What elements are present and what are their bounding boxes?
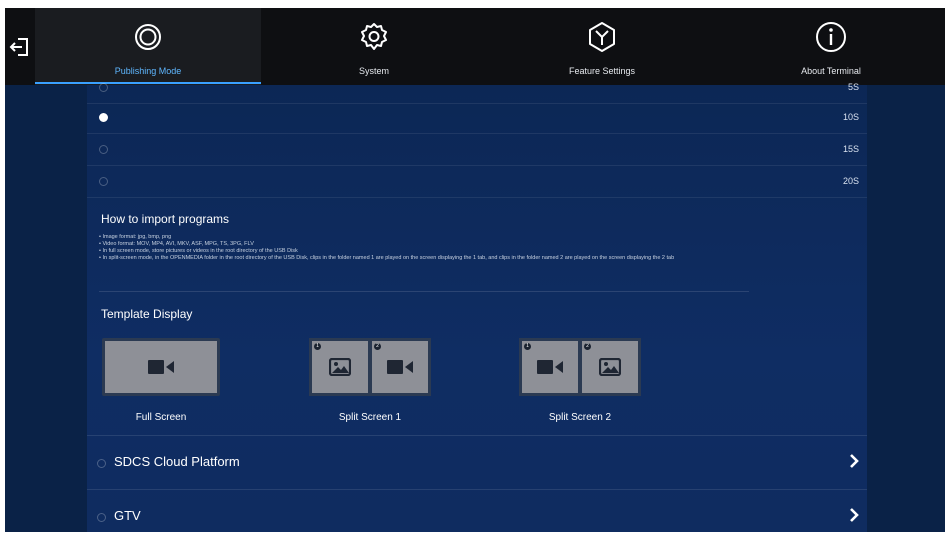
template-full-screen[interactable]	[102, 338, 220, 396]
video-camera-icon	[537, 360, 563, 374]
info-icon	[816, 22, 846, 52]
pane-number-badge: 2	[374, 343, 381, 350]
image-icon	[599, 358, 621, 376]
bullet-icon	[97, 459, 106, 468]
chevron-right-icon	[850, 508, 859, 522]
import-note: • In split-screen mode, in the OPENMEDIA…	[99, 255, 675, 261]
import-section-title: How to import programs	[101, 212, 230, 226]
screen: Publishing Mode System Feature Settings	[5, 8, 945, 532]
radio-button[interactable]	[99, 177, 108, 186]
exit-icon[interactable]	[9, 36, 31, 58]
pane-number-badge: 1	[314, 343, 321, 350]
menu-item-gtv[interactable]: GTV	[87, 489, 867, 532]
publishing-mode-icon	[135, 24, 161, 50]
chevron-right-icon	[850, 454, 859, 468]
speed-option-row[interactable]: 10S	[87, 103, 867, 134]
template-label: Split Screen 2	[548, 412, 612, 423]
import-note: • In full screen mode, store pictures or…	[99, 248, 298, 254]
pane-number-badge: 1	[524, 343, 531, 350]
template-label: Full Screen	[135, 412, 187, 423]
speed-value: 10S	[842, 112, 859, 122]
speed-value: 20S	[842, 176, 859, 186]
import-note: • Video format: MOV, MP4, AVI, MKV, ASF,…	[99, 241, 254, 247]
video-camera-icon	[387, 360, 413, 374]
radio-button[interactable]	[99, 145, 108, 154]
template-split-screen-2[interactable]: 1 2	[519, 338, 641, 396]
menu-item-label: GTV	[114, 508, 141, 523]
split-pane-2: 2	[369, 338, 431, 396]
template-label: Split Screen 1	[338, 412, 402, 423]
template-split-screen-1[interactable]: 1 2	[309, 338, 431, 396]
feature-settings-icon	[589, 22, 615, 52]
radio-button[interactable]	[99, 83, 108, 92]
split-pane-1: 1	[309, 338, 371, 396]
import-notes: • Image format: jpg, bmp, png • Video fo…	[99, 234, 859, 262]
import-note: • Image format: jpg, bmp, png	[99, 234, 172, 240]
video-camera-icon	[148, 360, 174, 374]
divider	[99, 291, 749, 292]
gear-icon	[361, 23, 387, 50]
template-section-title: Template Display	[101, 307, 193, 321]
speed-option-row[interactable]: 20S	[87, 167, 867, 198]
speed-value: 5S	[847, 82, 859, 92]
speed-option-row[interactable]: 15S	[87, 135, 867, 166]
image-icon	[329, 358, 351, 376]
menu-item-label: SDCS Cloud Platform	[114, 454, 240, 469]
menu-item-sdcs-cloud-platform[interactable]: SDCS Cloud Platform	[87, 435, 867, 490]
split-pane-2: 2	[579, 338, 641, 396]
speed-value: 15S	[842, 144, 859, 154]
speed-option-row[interactable]: 5S	[87, 73, 867, 104]
split-pane-1: 1	[519, 338, 581, 396]
publishing-mode-panel: 5S 10S 15S 20S How to import programs • …	[87, 82, 867, 532]
pane-number-badge: 2	[584, 343, 591, 350]
radio-button-selected[interactable]	[99, 113, 108, 122]
bullet-icon	[97, 513, 106, 522]
